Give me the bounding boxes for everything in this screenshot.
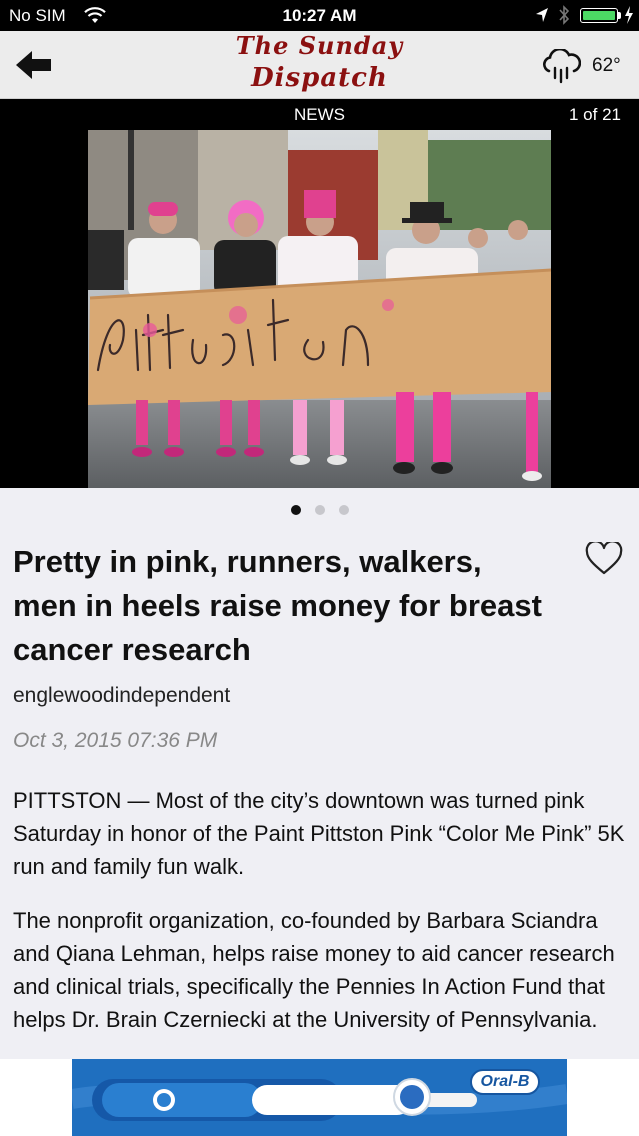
newspaper-logo: The Sunday Dispatch: [200, 31, 439, 99]
bluetooth-icon: [559, 5, 570, 25]
page-dot[interactable]: [338, 505, 349, 515]
nav-bar: The Sunday Dispatch 62°: [0, 31, 639, 99]
photo-carousel[interactable]: [0, 130, 639, 488]
ad-brand-logo: Oral-B: [470, 1069, 540, 1095]
article-counter: 1 of 21: [569, 105, 621, 124]
page-indicator[interactable]: [0, 502, 639, 515]
logo-line-1: The Sunday: [235, 31, 404, 60]
page-dot[interactable]: [314, 505, 325, 515]
back-arrow-icon[interactable]: [14, 49, 54, 81]
status-bar: No SIM 10:27 AM: [0, 0, 639, 31]
article-date: Oct 3, 2015 07:36 PM: [13, 729, 218, 752]
section-title: NEWS: [294, 105, 345, 124]
ad-banner[interactable]: Oral-B: [72, 1059, 567, 1136]
section-bar: NEWS 1 of 21: [0, 99, 639, 130]
battery-icon: [580, 8, 618, 23]
location-arrow-icon: [536, 8, 548, 22]
photo-illustration: [88, 130, 551, 488]
ad-banner-area: Oral-B: [0, 1059, 639, 1136]
page-dot[interactable]: [290, 505, 301, 515]
article-paragraph: The nonprofit organization, co-founded b…: [13, 908, 615, 1032]
heart-icon[interactable]: [585, 542, 623, 576]
temperature[interactable]: 62°: [592, 55, 621, 77]
article-source[interactable]: englewoodindependent: [13, 684, 230, 708]
battery-fill: [583, 11, 615, 20]
logo-line-2: Dispatch: [251, 63, 388, 93]
article-paragraph: PITTSTON — Most of the city’s downtown w…: [13, 788, 625, 879]
article-content[interactable]: Pretty in pink, runners, walkers, men in…: [0, 488, 639, 1059]
charging-bolt-icon: [625, 6, 633, 24]
article-photo[interactable]: [88, 130, 551, 488]
rain-cloud-icon[interactable]: [541, 49, 581, 85]
article-headline: Pretty in pink, runners, walkers, men in…: [13, 544, 542, 667]
battery-tip: [618, 12, 621, 19]
